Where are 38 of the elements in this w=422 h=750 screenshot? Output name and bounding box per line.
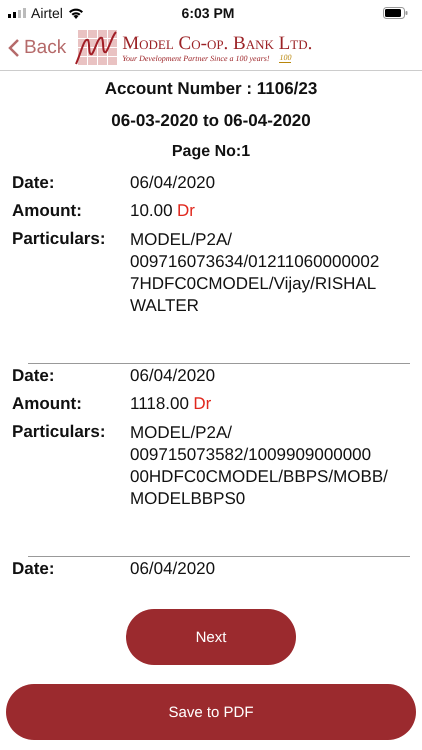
signal-icon xyxy=(8,8,26,18)
tagline: Your Development Partner Since a 100 years! xyxy=(122,54,270,62)
carrier-name: Airtel xyxy=(31,5,63,21)
field-label: Amount: xyxy=(12,394,83,414)
battery-icon xyxy=(383,7,408,19)
field-label: Amount: xyxy=(12,201,83,221)
field-label: Date: xyxy=(12,173,56,193)
page-number: Page No:1 xyxy=(172,143,250,160)
particulars-line: MODELBBPS0 xyxy=(130,488,246,510)
particulars-line: 009715073582/1009909000000 xyxy=(130,444,372,466)
save-pdf-button[interactable]: Save to PDF xyxy=(6,684,416,740)
transaction-amount: 10.00 xyxy=(130,201,173,220)
transaction-amount: 1118.00 xyxy=(130,394,189,413)
debit-marker: Dr xyxy=(177,201,195,220)
field-label: Particulars: xyxy=(12,422,107,443)
account-number: Account Number : 1106/23 xyxy=(104,79,318,98)
particulars-line: 009716073634/01211060000002 xyxy=(130,251,380,273)
particulars-line: WALTER xyxy=(130,295,200,317)
next-button[interactable]: Next xyxy=(126,609,296,665)
particulars-line: MODEL/P2A/ xyxy=(130,229,234,251)
clock-time: 6:03 PM xyxy=(182,5,234,21)
debit-marker: Dr xyxy=(193,394,212,413)
transaction-date: 06/04/2020 xyxy=(130,173,216,193)
bank-name: Model Co-op. Bank Ltd. xyxy=(122,34,312,52)
anniversary-badge: 100 xyxy=(279,52,292,62)
chevron-left-icon xyxy=(8,38,20,58)
field-label: Date: xyxy=(12,559,56,579)
particulars-line: 00HDFC0CMODEL/BBPS/MOBB/ xyxy=(130,466,389,488)
particulars-line: MODEL/P2A/ xyxy=(130,422,234,444)
date-range: 06-03-2020 to 06-04-2020 xyxy=(111,111,311,130)
field-label: Date: xyxy=(12,366,56,386)
transaction-date: 06/04/2020 xyxy=(130,366,216,386)
transaction-date: 06/04/2020 xyxy=(130,559,216,579)
logo-icon xyxy=(74,30,118,66)
field-label: Particulars: xyxy=(12,229,107,250)
back-button[interactable]: Back xyxy=(8,37,66,59)
particulars-line: 7HDFC0CMODEL/Vijay/RISHAL xyxy=(130,273,378,295)
wifi-icon xyxy=(68,7,84,19)
